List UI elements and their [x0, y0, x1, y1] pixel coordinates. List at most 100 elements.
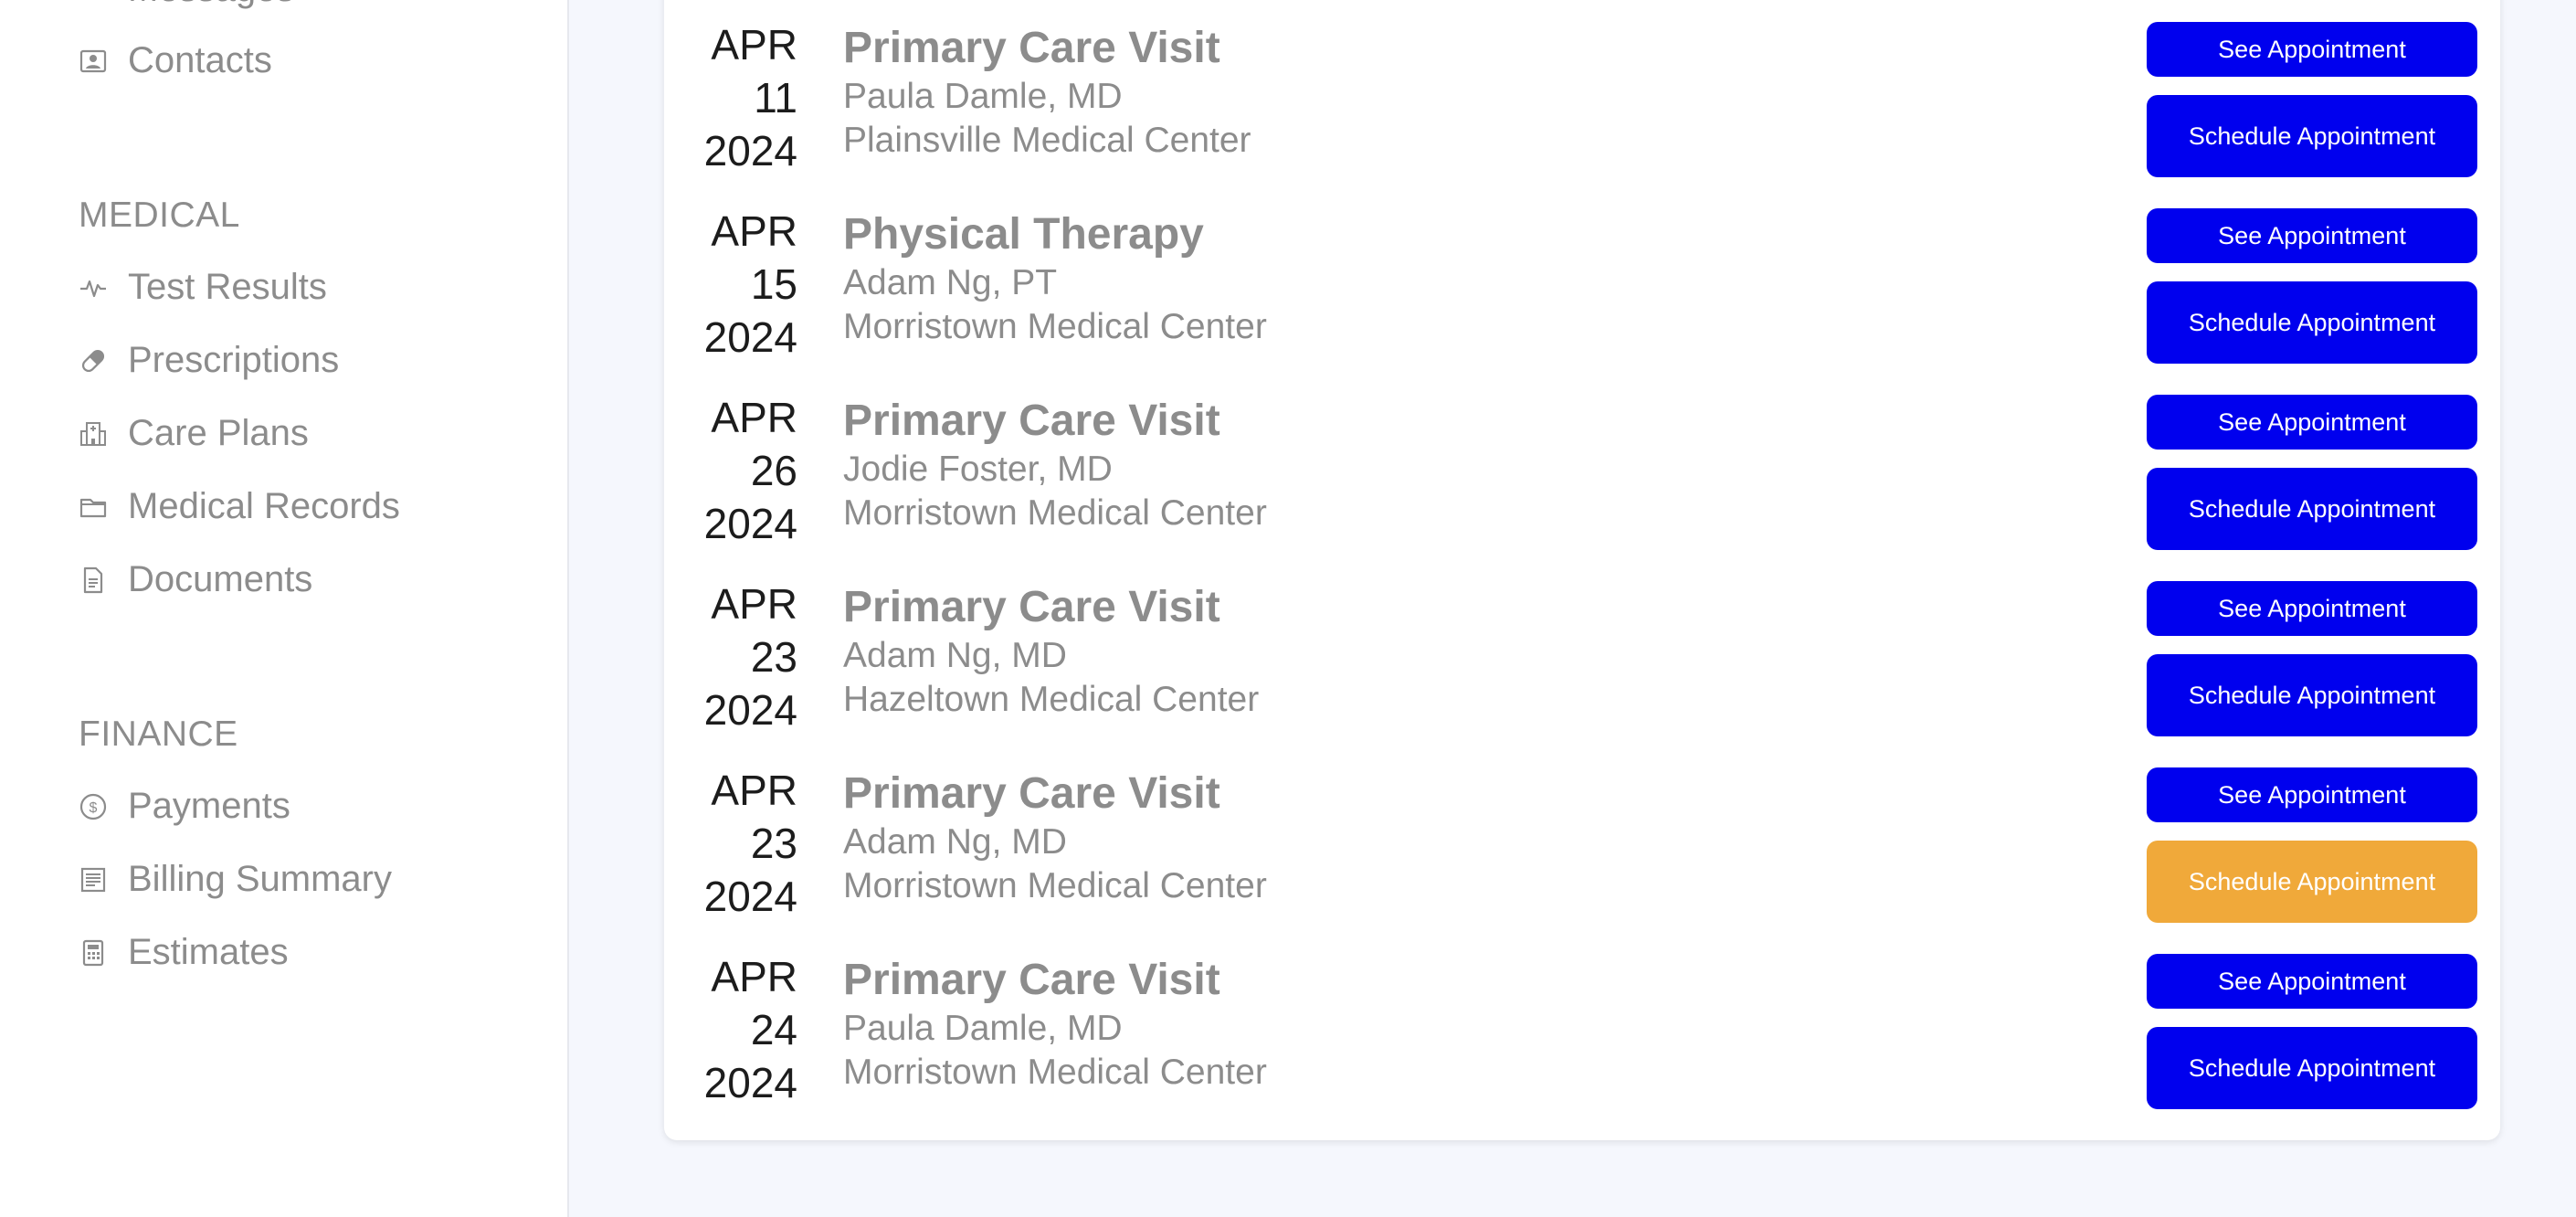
hospital-icon: [79, 419, 108, 449]
document-icon: [79, 566, 108, 595]
sidebar-item-label: Estimates: [128, 932, 289, 972]
calculator-icon: [79, 938, 108, 968]
appointment-provider: Adam Ng, PT: [843, 263, 1058, 302]
date-month: APR: [711, 394, 797, 441]
sidebar-item-contacts[interactable]: Contacts: [79, 40, 272, 81]
sidebar-item-label: Billing Summary: [128, 859, 392, 899]
section-title-finance: FINANCE: [79, 714, 238, 754]
message-icon: [79, 0, 108, 5]
sidebar-item-label: Care Plans: [128, 413, 309, 453]
date-month: APR: [711, 767, 797, 814]
appointment-location: Morristown Medical Center: [843, 307, 1267, 346]
sidebar-item-estimates[interactable]: Estimates: [79, 932, 289, 973]
appointment-location: Morristown Medical Center: [843, 866, 1267, 905]
appointment-title: Primary Care Visit: [843, 769, 1220, 818]
appointment-location: Plainsville Medical Center: [843, 121, 1251, 160]
sidebar-item-label: Documents: [128, 559, 313, 599]
folder-icon: [79, 492, 108, 522]
appointment-info: Primary Care Visit Adam Ng, MD Morristow…: [843, 767, 1267, 908]
date-month: APR: [711, 21, 797, 69]
date-day: 11: [754, 74, 797, 122]
date-year: 2024: [703, 313, 797, 361]
date-month: APR: [711, 580, 797, 628]
date-month: APR: [711, 207, 797, 255]
sidebar-item-messages[interactable]: Messages: [79, 0, 294, 10]
contacts-icon: [79, 47, 108, 76]
date-day: 24: [750, 1006, 797, 1053]
appointment-title: Primary Care Visit: [843, 24, 1220, 72]
appointment-item: APR 24 2024 Primary Care Visit Paula Dam…: [664, 950, 2500, 1137]
appointment-info: Primary Care Visit Paula Damle, MD Plain…: [843, 22, 1251, 163]
appointment-item: APR 15 2024 Physical Therapy Adam Ng, PT…: [664, 205, 2500, 391]
schedule-appointment-button[interactable]: Schedule Appointment: [2147, 841, 2477, 923]
appointment-date: APR 23 2024: [664, 577, 797, 736]
sidebar-item-documents[interactable]: Documents: [79, 559, 312, 600]
see-appointment-button[interactable]: See Appointment: [2147, 954, 2477, 1009]
appointment-date: APR 23 2024: [664, 764, 797, 923]
dollar-coin-icon: $: [79, 792, 108, 821]
appointment-item: APR 23 2024 Primary Care Visit Adam Ng, …: [664, 764, 2500, 950]
appointment-title: Primary Care Visit: [843, 583, 1220, 631]
sidebar-item-prescriptions[interactable]: Prescriptions: [79, 340, 339, 381]
date-year: 2024: [703, 127, 797, 175]
schedule-appointment-button[interactable]: Schedule Appointment: [2147, 95, 2477, 177]
sidebar-item-medical-records[interactable]: Medical Records: [79, 486, 400, 527]
appointment-info: Physical Therapy Adam Ng, PT Morristown …: [843, 208, 1267, 349]
schedule-appointment-button[interactable]: Schedule Appointment: [2147, 281, 2477, 364]
appointment-info: Primary Care Visit Adam Ng, MD Hazeltown…: [843, 581, 1259, 722]
schedule-appointment-button[interactable]: Schedule Appointment: [2147, 1027, 2477, 1109]
sidebar-item-billing-summary[interactable]: Billing Summary: [79, 859, 392, 900]
date-day: 23: [750, 820, 797, 867]
appointment-location: Morristown Medical Center: [843, 1053, 1267, 1092]
pill-icon: [79, 346, 108, 376]
sidebar-item-payments[interactable]: $ Payments: [79, 786, 290, 827]
appointment-provider: Paula Damle, MD: [843, 1009, 1123, 1048]
date-day: 23: [750, 633, 797, 681]
sidebar-item-label: Payments: [128, 786, 290, 826]
see-appointment-button[interactable]: See Appointment: [2147, 208, 2477, 263]
date-year: 2024: [703, 873, 797, 920]
appointment-date: APR 24 2024: [664, 950, 797, 1109]
appointment-provider: Paula Damle, MD: [843, 77, 1123, 116]
appointment-info: Primary Care Visit Jodie Foster, MD Morr…: [843, 395, 1267, 535]
sidebar-item-label: Contacts: [128, 40, 272, 80]
appointment-date: APR 15 2024: [664, 205, 797, 364]
date-year: 2024: [703, 1059, 797, 1106]
appointment-date: APR 11 2024: [664, 18, 797, 177]
receipt-icon: [79, 865, 108, 894]
date-day: 26: [750, 447, 797, 494]
sidebar-item-label: Medical Records: [128, 486, 400, 526]
appointment-provider: Adam Ng, MD: [843, 636, 1067, 675]
section-title-medical: MEDICAL: [79, 196, 240, 235]
sidebar-item-label: Messages: [128, 0, 294, 10]
appointment-item: APR 26 2024 Primary Care Visit Jodie Fos…: [664, 391, 2500, 577]
appointment-date: APR 26 2024: [664, 391, 797, 550]
appointment-info: Primary Care Visit Paula Damle, MD Morri…: [843, 954, 1267, 1095]
date-year: 2024: [703, 686, 797, 734]
appointment-provider: Jodie Foster, MD: [843, 450, 1113, 489]
pulse-icon: [79, 273, 108, 302]
appointment-title: Primary Care Visit: [843, 956, 1220, 1004]
see-appointment-button[interactable]: See Appointment: [2147, 581, 2477, 636]
sidebar-item-test-results[interactable]: Test Results: [79, 267, 327, 308]
sidebar: Messages Contacts MEDICAL Test Results P…: [0, 0, 569, 1217]
date-year: 2024: [703, 500, 797, 547]
sidebar-item-label: Prescriptions: [128, 340, 340, 380]
see-appointment-button[interactable]: See Appointment: [2147, 767, 2477, 822]
appointment-provider: Adam Ng, MD: [843, 822, 1067, 862]
schedule-appointment-button[interactable]: Schedule Appointment: [2147, 654, 2477, 736]
see-appointment-button[interactable]: See Appointment: [2147, 395, 2477, 450]
appointment-location: Hazeltown Medical Center: [843, 680, 1260, 719]
appointment-item: APR 23 2024 Primary Care Visit Adam Ng, …: [664, 577, 2500, 764]
schedule-appointment-button[interactable]: Schedule Appointment: [2147, 468, 2477, 550]
sidebar-item-label: Test Results: [128, 267, 327, 307]
date-day: 15: [750, 260, 797, 308]
see-appointment-button[interactable]: See Appointment: [2147, 22, 2477, 77]
svg-text:$: $: [90, 800, 98, 816]
appointment-title: Primary Care Visit: [843, 397, 1220, 445]
appointment-location: Morristown Medical Center: [843, 493, 1267, 533]
appointments-card: APR 11 2024 Primary Care Visit Paula Dam…: [664, 0, 2500, 1140]
appointment-title: Physical Therapy: [843, 210, 1204, 259]
sidebar-item-care-plans[interactable]: Care Plans: [79, 413, 309, 454]
appointment-item: APR 11 2024 Primary Care Visit Paula Dam…: [664, 18, 2500, 205]
